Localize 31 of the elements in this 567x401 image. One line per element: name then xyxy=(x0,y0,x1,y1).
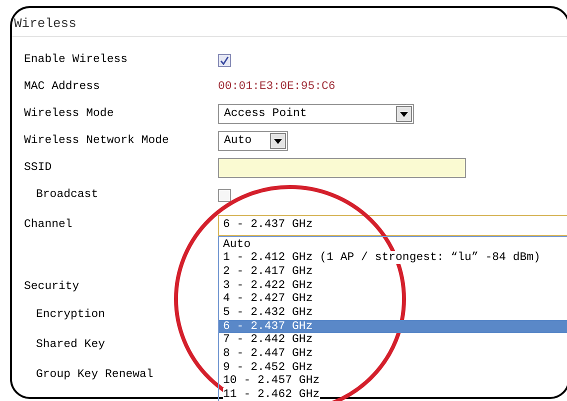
checkbox[interactable] xyxy=(218,188,231,202)
channel-option[interactable]: 7 - 2.442 GHz xyxy=(219,333,567,347)
select-dropdown[interactable]: Access Point xyxy=(218,104,414,124)
channel-option[interactable]: 4 - 2.427 GHz xyxy=(219,292,567,306)
field-label: SSID xyxy=(24,161,52,174)
channel-select[interactable]: 6 - 2.437 GHz xyxy=(218,214,567,236)
channel-option[interactable]: 9 - 2.452 GHz xyxy=(219,360,567,374)
field-label: Broadcast xyxy=(36,188,98,202)
field-label: MAC Address xyxy=(24,80,100,94)
channel-option[interactable]: 8 - 2.447 GHz xyxy=(219,347,567,361)
ssid-input-field[interactable] xyxy=(218,158,466,178)
channel-option[interactable]: 5 - 2.432 GHz xyxy=(219,306,567,320)
channel-option[interactable]: 2 - 2.417 GHz xyxy=(219,264,567,279)
panel-title: Wireless xyxy=(14,16,76,31)
field-label: Group Key Renewal xyxy=(36,368,154,381)
field-label: Shared Key xyxy=(36,338,106,351)
channel-option[interactable]: 6 - 2.437 GHz xyxy=(219,320,567,334)
mac-address-value: 00:01:E3:0E:95:C6 xyxy=(218,80,336,94)
channel-option[interactable]: 10 - 2.457 GHz xyxy=(219,374,567,388)
channel-option[interactable]: 11 - 2.462 GHz xyxy=(219,388,567,401)
field-label: Enable Wireless xyxy=(24,53,128,66)
field-label: Channel xyxy=(24,218,72,232)
field-label: Encryption xyxy=(36,308,106,321)
channel-option[interactable]: 3 - 2.422 GHz xyxy=(219,278,567,292)
checkbox[interactable] xyxy=(218,54,231,66)
checkmark-icon xyxy=(220,56,229,64)
select-dropdown[interactable]: Auto xyxy=(218,131,288,151)
channel-option[interactable]: Auto xyxy=(219,238,567,252)
field-label: Security xyxy=(24,280,80,293)
field-label: Wireless Mode xyxy=(24,107,114,120)
field-label: Wireless Network Mode xyxy=(24,134,169,148)
